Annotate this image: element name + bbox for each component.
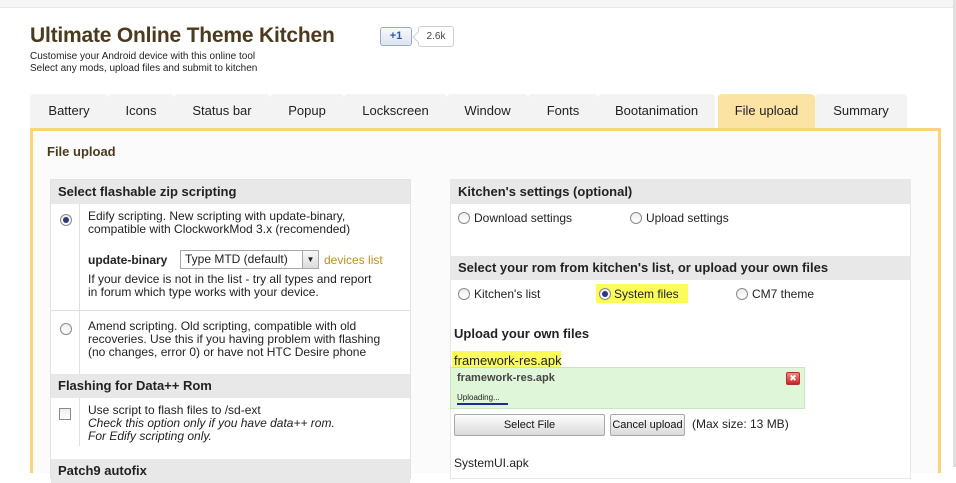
row-divider — [51, 310, 410, 311]
kitchens-list-label: Kitchen's list — [474, 287, 541, 301]
download-settings-radio[interactable] — [458, 212, 470, 224]
rom-source-heading: Select your rom from kitchen's list, or … — [451, 256, 910, 280]
systemui-label: SystemUI.apk — [454, 456, 529, 470]
upload-item: framework-res.apk ✖ Uploading... — [450, 367, 805, 409]
sdext-desc-3: For Edify scripting only. — [88, 429, 212, 443]
upload-progress-bar — [457, 403, 508, 405]
tab-fonts[interactable]: Fonts — [528, 94, 598, 128]
device-note-2: in forum which type works with your devi… — [88, 285, 319, 299]
page-subtitle-1: Customise your Android device with this … — [30, 51, 256, 62]
update-binary-value: Type MTD (default) — [185, 252, 288, 266]
tab-icons[interactable]: Icons — [108, 94, 174, 128]
select-file-button[interactable]: Select File — [454, 414, 605, 436]
upload-settings-label: Upload settings — [646, 211, 729, 225]
kitchens-list-radio[interactable] — [458, 288, 470, 300]
tab-summary[interactable]: Summary — [815, 94, 907, 128]
update-binary-label: update-binary — [88, 253, 168, 267]
tab-file-upload[interactable]: File upload — [718, 94, 815, 128]
top-strip — [0, 0, 956, 8]
chevron-down-icon: ▼ — [302, 251, 318, 268]
download-settings-label: Download settings — [474, 211, 573, 225]
cancel-upload-button[interactable]: Cancel upload — [610, 414, 685, 436]
edify-desc-2: compatible with ClockworkMod 3.x (recome… — [88, 222, 351, 236]
plusone-count: 2.6k — [418, 26, 454, 47]
update-binary-select[interactable]: Type MTD (default) ▼ — [180, 250, 319, 269]
panel-title: File upload — [47, 144, 116, 159]
column-divider — [79, 204, 80, 374]
system-files-radio[interactable] — [599, 288, 611, 300]
page-title: Ultimate Online Theme Kitchen — [30, 24, 335, 47]
amend-desc-3: (no changes, error 0) or have not HTC De… — [88, 345, 367, 359]
devices-list-link[interactable]: devices list — [324, 254, 383, 267]
google-plusone-button[interactable]: +1 — [380, 27, 412, 46]
upload-settings-radio[interactable] — [630, 212, 642, 224]
file-upload-panel: File upload Select flashable zip scripti… — [30, 128, 941, 483]
page-subtitle-2: Select any mods, upload files and submit… — [30, 63, 258, 74]
upload-file-name: framework-res.apk — [457, 372, 555, 384]
edify-scripting-radio[interactable] — [60, 214, 72, 226]
tab-status-bar[interactable]: Status bar — [174, 94, 270, 128]
cm7-theme-radio[interactable] — [736, 288, 748, 300]
tab-lockscreen[interactable]: Lockscreen — [344, 94, 447, 128]
scripting-options-box: Select flashable zip scripting Edify scr… — [50, 179, 411, 483]
system-files-label: System files — [614, 287, 679, 301]
max-size-note: (Max size: 13 MB) — [692, 417, 789, 431]
sdext-script-checkbox[interactable] — [59, 408, 71, 420]
kitchen-settings-box: Kitchen's settings (optional) Download s… — [450, 179, 911, 479]
framework-res-label: framework-res.apk — [454, 353, 562, 368]
kitchen-settings-heading: Kitchen's settings (optional) — [451, 180, 910, 204]
amend-scripting-radio[interactable] — [60, 323, 72, 335]
tab-bootanimation[interactable]: Bootanimation — [598, 94, 715, 128]
zip-scripting-heading: Select flashable zip scripting — [51, 180, 410, 204]
tab-window[interactable]: Window — [447, 94, 528, 128]
column-divider — [79, 398, 80, 446]
data-plus-heading: Flashing for Data++ Rom — [51, 374, 410, 398]
own-files-heading: Upload your own files — [454, 326, 590, 341]
cm7-theme-label: CM7 theme — [752, 287, 815, 301]
close-icon[interactable]: ✖ — [786, 372, 800, 385]
plusone-icon: +1 — [389, 30, 403, 42]
patch9-heading: Patch9 autofix — [51, 459, 410, 483]
tab-popup[interactable]: Popup — [270, 94, 344, 128]
tab-battery[interactable]: Battery — [30, 94, 108, 128]
